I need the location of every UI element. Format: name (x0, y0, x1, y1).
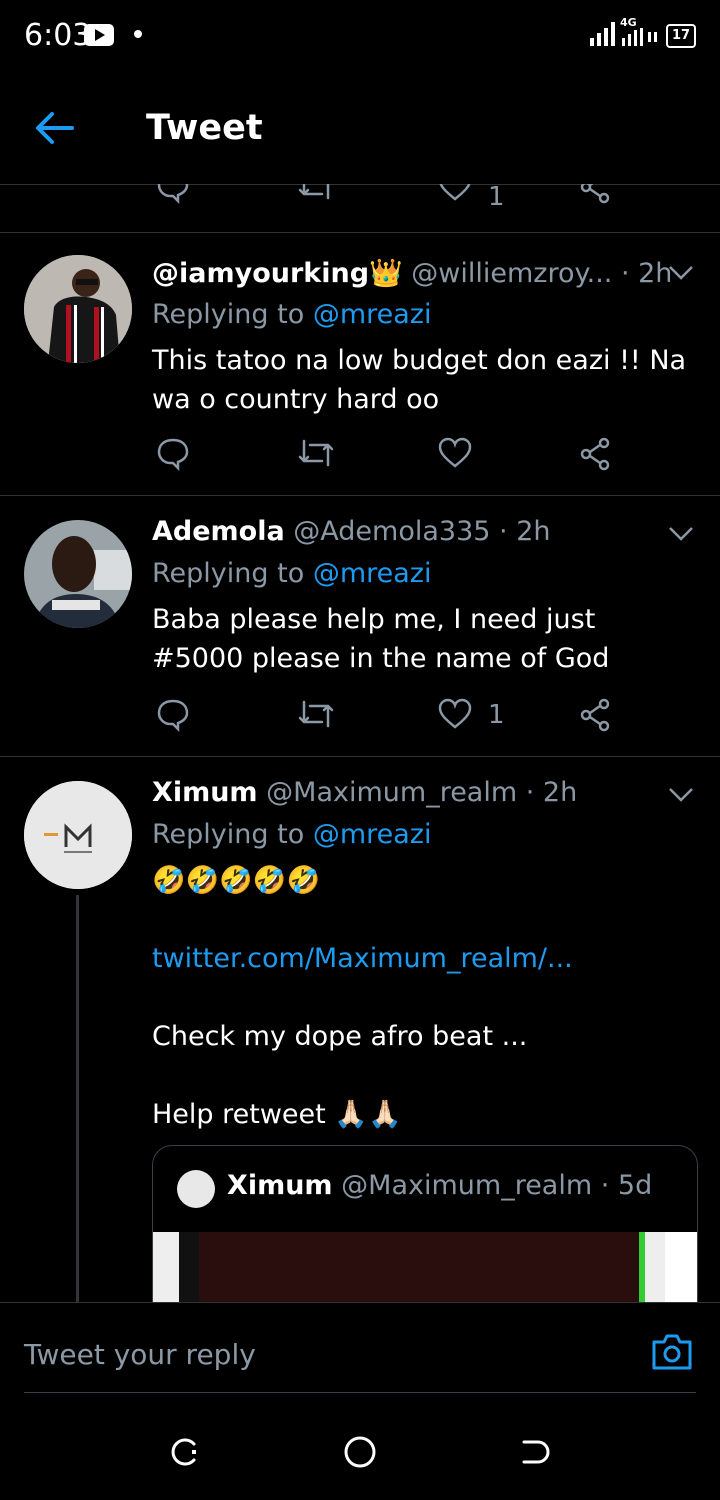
tweet-text: Baba please help me, I need just #5000 p… (152, 604, 610, 674)
tweet-time: · 2h (525, 777, 578, 808)
status-time: 6:03 (24, 18, 92, 53)
quote-media[interactable] (153, 1232, 697, 1302)
recents-icon[interactable] (168, 1436, 200, 1468)
reply-icon[interactable] (156, 698, 190, 732)
signal-2-icon (622, 28, 657, 46)
pray-emoji: 🙏🏻🙏🏻 (334, 1099, 402, 1130)
tweet-text-line-3: Help retweet 🙏🏻🙏🏻 (152, 1095, 692, 1134)
chevron-down-icon[interactable] (668, 787, 694, 803)
like-icon[interactable] (438, 437, 472, 469)
share-icon[interactable] (580, 437, 612, 471)
avatar[interactable] (24, 255, 132, 363)
tweet-time: · 2h (499, 516, 551, 547)
reply-icon[interactable] (156, 437, 190, 471)
partial-action-row: 1 (0, 184, 720, 233)
avatar[interactable] (24, 520, 132, 628)
retweet-icon[interactable] (298, 698, 334, 732)
tweet-time: · 2h (620, 258, 673, 289)
tweet-text-line: Check my dope afro beat ... (152, 1021, 528, 1052)
mention-link[interactable]: @mreazi (313, 558, 432, 589)
like-count: 1 (488, 184, 505, 212)
tweet-item[interactable]: Ademola @Ademola335 · 2h Replying to @mr… (0, 496, 720, 757)
mention-link[interactable]: @mreazi (313, 299, 432, 330)
tweet-actions (152, 437, 672, 477)
author-name[interactable]: Ximum (152, 777, 258, 808)
tweet-text-fragment: Help retweet (152, 1099, 326, 1130)
chevron-down-icon[interactable] (668, 526, 694, 542)
replying-prefix: Replying to (152, 299, 305, 330)
replying-to: Replying to @mreazi (152, 558, 431, 589)
author-handle: @Maximum_realm (266, 777, 518, 808)
quote-time: · 5d (600, 1170, 653, 1201)
back-arrow-icon[interactable] (34, 110, 74, 146)
thread-line (76, 895, 79, 1302)
replying-prefix: Replying to (152, 558, 305, 589)
tweet-emoji-line: 🤣🤣🤣🤣🤣 (152, 865, 321, 896)
status-bar: 6:03 4G 17 (0, 0, 720, 72)
author-handle: @Ademola335 (293, 516, 491, 547)
verified-crown-emoji: 👑 (369, 258, 403, 289)
author-handle: @williemzroy... (411, 258, 613, 289)
tweet-text: This tatoo na low budget don eazi !! Na … (152, 345, 687, 415)
tweet-item[interactable]: Ximum @Maximum_realm · 2h Replying to @m… (0, 757, 720, 1302)
home-icon[interactable] (342, 1434, 378, 1470)
page-title: Tweet (146, 108, 263, 148)
replying-to: Replying to @mreazi (152, 299, 431, 330)
quote-author-name: Ximum (227, 1170, 333, 1201)
share-icon[interactable] (580, 698, 612, 732)
chevron-down-icon[interactable] (668, 265, 694, 281)
like-icon[interactable] (438, 698, 472, 730)
tweet-link[interactable]: twitter.com/Maximum_realm/... (152, 939, 692, 978)
replying-to: Replying to @mreazi (152, 819, 431, 850)
tweet-actions: 1 (152, 698, 672, 738)
retweet-icon[interactable] (298, 437, 334, 471)
camera-icon[interactable] (650, 1332, 694, 1372)
system-nav-bar (0, 1396, 720, 1500)
battery-icon: 17 (666, 24, 696, 48)
reply-icon[interactable] (156, 184, 190, 204)
signal-icon (590, 22, 615, 46)
share-icon[interactable] (580, 184, 612, 204)
quote-author-handle: @Maximum_realm (341, 1170, 593, 1201)
like-count: 1 (488, 700, 505, 730)
quoted-tweet[interactable]: Ximum @Maximum_realm · 5d (152, 1145, 698, 1302)
author-name[interactable]: @iamyourking (152, 258, 369, 289)
mention-link[interactable]: @mreazi (313, 819, 432, 850)
tweet-item[interactable]: @iamyourking👑 @williemzroy... · 2h Reply… (0, 233, 720, 496)
like-icon[interactable] (438, 184, 472, 202)
back-nav-icon[interactable] (518, 1436, 550, 1468)
app-header (0, 72, 720, 185)
retweet-icon[interactable] (298, 184, 334, 204)
reply-input-underline (24, 1392, 696, 1393)
quote-avatar (177, 1170, 215, 1208)
avatar[interactable] (24, 781, 132, 889)
author-name[interactable]: Ademola (152, 516, 285, 547)
reply-input[interactable]: Tweet your reply (24, 1338, 256, 1371)
notification-dot-icon (134, 30, 142, 38)
youtube-notification-icon (84, 24, 114, 46)
replying-prefix: Replying to (152, 819, 305, 850)
